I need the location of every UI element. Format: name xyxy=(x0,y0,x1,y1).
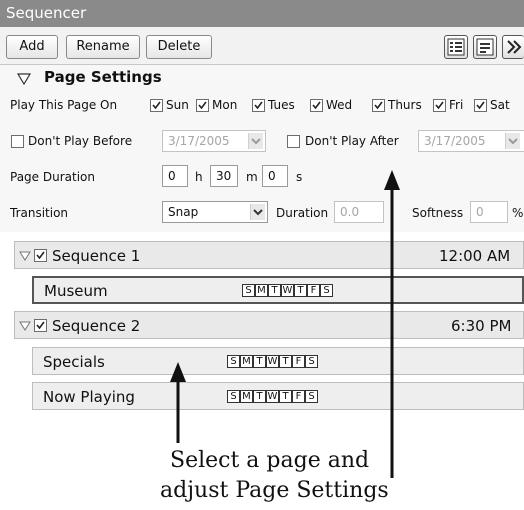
caption-line-1: Select a page and xyxy=(170,448,370,473)
arrow-head-right xyxy=(384,170,400,190)
caption-line-2: adjust Page Settings xyxy=(160,478,389,503)
callout-arrows xyxy=(170,170,400,478)
arrow-head-left xyxy=(170,362,186,382)
